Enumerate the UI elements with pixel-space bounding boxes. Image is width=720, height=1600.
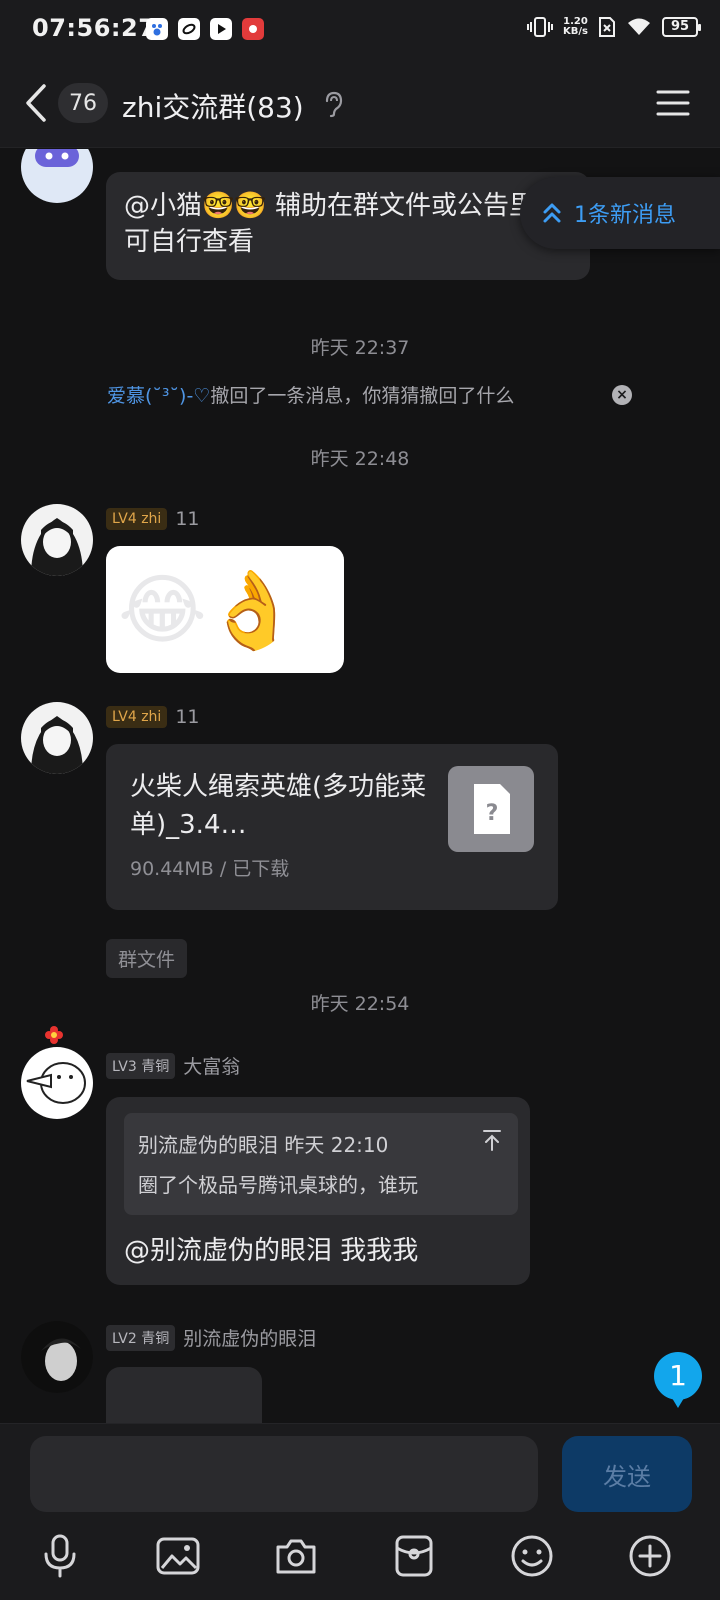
status-time: 07:56:27 [32, 14, 156, 42]
message-text: @小猫🤓🤓 辅助在群文件或公告里，可自行查看 [124, 191, 562, 257]
red-packet-icon[interactable] [390, 1532, 438, 1580]
message-input[interactable] [30, 1436, 538, 1512]
quoted-message[interactable]: 别流虚伪的眼泪 昨天 22:10 圈了个极品号腾讯桌球的，谁玩 [124, 1113, 518, 1215]
link-notification-icon [178, 18, 200, 40]
red-app-notification-icon [242, 18, 264, 40]
image-icon[interactable] [154, 1532, 202, 1580]
unread-count-badge[interactable]: 76 [58, 83, 108, 123]
wifi-icon [628, 18, 650, 35]
group-title[interactable]: zhi交流群(83) [122, 86, 304, 126]
input-bar: 发送 [0, 1423, 720, 1600]
double-chevron-up-icon [543, 203, 561, 223]
sticker-emoji: 😂👌 [118, 565, 299, 654]
level-badge: LV4 zhi [106, 508, 168, 530]
emoji-icon[interactable] [508, 1532, 556, 1580]
new-message-pill[interactable]: 1条新消息 [520, 177, 720, 249]
network-speed: 1.20 KB/s [563, 17, 588, 37]
sim-off-icon [599, 17, 615, 37]
sender-info: LV3 青铜 大富翁 [106, 1052, 240, 1079]
unknown-file-icon: ? [448, 766, 534, 852]
battery-indicator: 95 [662, 17, 701, 37]
group-file-tag[interactable]: 群文件 [106, 939, 188, 978]
input-toolbar [0, 1532, 720, 1592]
timestamp: 昨天 22:48 [310, 448, 410, 470]
sender-info: LV2 青铜 别流虚伪的眼泪 [106, 1324, 316, 1351]
chat-header: 76 zhi交流群(83) [0, 60, 720, 148]
ear-icon [325, 91, 343, 118]
send-button[interactable]: 发送 [562, 1436, 692, 1512]
recall-notice: 爱慕(˘³˘)-♡ 撤回了一条消息，你猜猜撤回了什么 [107, 381, 514, 408]
camera-icon[interactable] [272, 1532, 320, 1580]
message-bubble-partial[interactable] [106, 1367, 262, 1423]
close-icon[interactable]: × [612, 385, 632, 405]
user-avatar[interactable] [21, 1321, 93, 1393]
plus-icon[interactable] [626, 1532, 674, 1580]
timestamp: 昨天 22:54 [310, 993, 410, 1015]
file-name: 火柴人绳索英雄(多功能菜单)_3.4… [130, 772, 427, 840]
sender-name[interactable]: 大富翁 [183, 1052, 240, 1079]
file-meta: 90.44MB / 已下载 [130, 858, 290, 880]
user-avatar[interactable] [21, 702, 93, 774]
sender-name[interactable]: 11 [175, 508, 199, 530]
status-right: 1.20 KB/s 95 [527, 16, 701, 38]
svg-text:?: ? [486, 801, 499, 826]
level-badge: LV3 青铜 [106, 1052, 176, 1079]
level-badge: LV2 青铜 [106, 1324, 176, 1351]
menu-icon[interactable] [656, 88, 690, 118]
new-message-badge[interactable]: 1 [654, 1352, 702, 1408]
red-flower-icon [44, 1025, 64, 1045]
message-text: @别流虚伪的眼泪 我我我 [124, 1236, 419, 1266]
sender-info: LV4 zhi 11 [106, 706, 200, 728]
sender-name[interactable]: 11 [175, 706, 199, 728]
chat-message-list[interactable]: @小猫🤓🤓 辅助在群文件或公告里，可自行查看 1条新消息 昨天 22:37 爱慕… [0, 149, 720, 1423]
network-speed-unit: KB/s [563, 26, 588, 37]
notification-icons [146, 18, 264, 40]
video-notification-icon [210, 18, 232, 40]
reply-message-bubble[interactable]: 别流虚伪的眼泪 昨天 22:10 圈了个极品号腾讯桌球的，谁玩 @别流虚伪的眼泪… [106, 1097, 530, 1285]
quote-body: 圈了个极品号腾讯桌球的，谁玩 [138, 1173, 418, 1197]
jump-to-quote-icon[interactable] [482, 1129, 502, 1151]
status-bar: 07:56:27 1.20 KB/s 95 [0, 0, 720, 60]
sticker-message[interactable]: 😂👌 [106, 546, 344, 673]
vibrate-icon [527, 17, 554, 37]
message-bubble-bot[interactable]: @小猫🤓🤓 辅助在群文件或公告里，可自行查看 [106, 172, 590, 280]
sender-info: LV4 zhi 11 [106, 508, 200, 530]
timestamp: 昨天 22:37 [310, 337, 410, 359]
bot-avatar[interactable] [21, 149, 93, 203]
baidu-notification-icon [146, 18, 168, 40]
recall-user-name[interactable]: 爱慕(˘³˘)-♡ [107, 381, 210, 408]
user-avatar[interactable] [21, 504, 93, 576]
level-badge: LV4 zhi [106, 706, 168, 728]
file-message-card[interactable]: 火柴人绳索英雄(多功能菜单)_3.4… 90.44MB / 已下载 ? [106, 744, 558, 910]
user-avatar[interactable] [21, 1047, 93, 1119]
recall-text: 撤回了一条消息，你猜猜撤回了什么 [210, 385, 515, 407]
quote-header: 别流虚伪的眼泪 昨天 22:10 [138, 1133, 389, 1157]
new-message-label: 1条新消息 [574, 203, 676, 228]
mic-icon[interactable] [36, 1532, 84, 1580]
sender-name[interactable]: 别流虚伪的眼泪 [183, 1324, 316, 1351]
back-arrow-icon[interactable] [22, 82, 52, 124]
